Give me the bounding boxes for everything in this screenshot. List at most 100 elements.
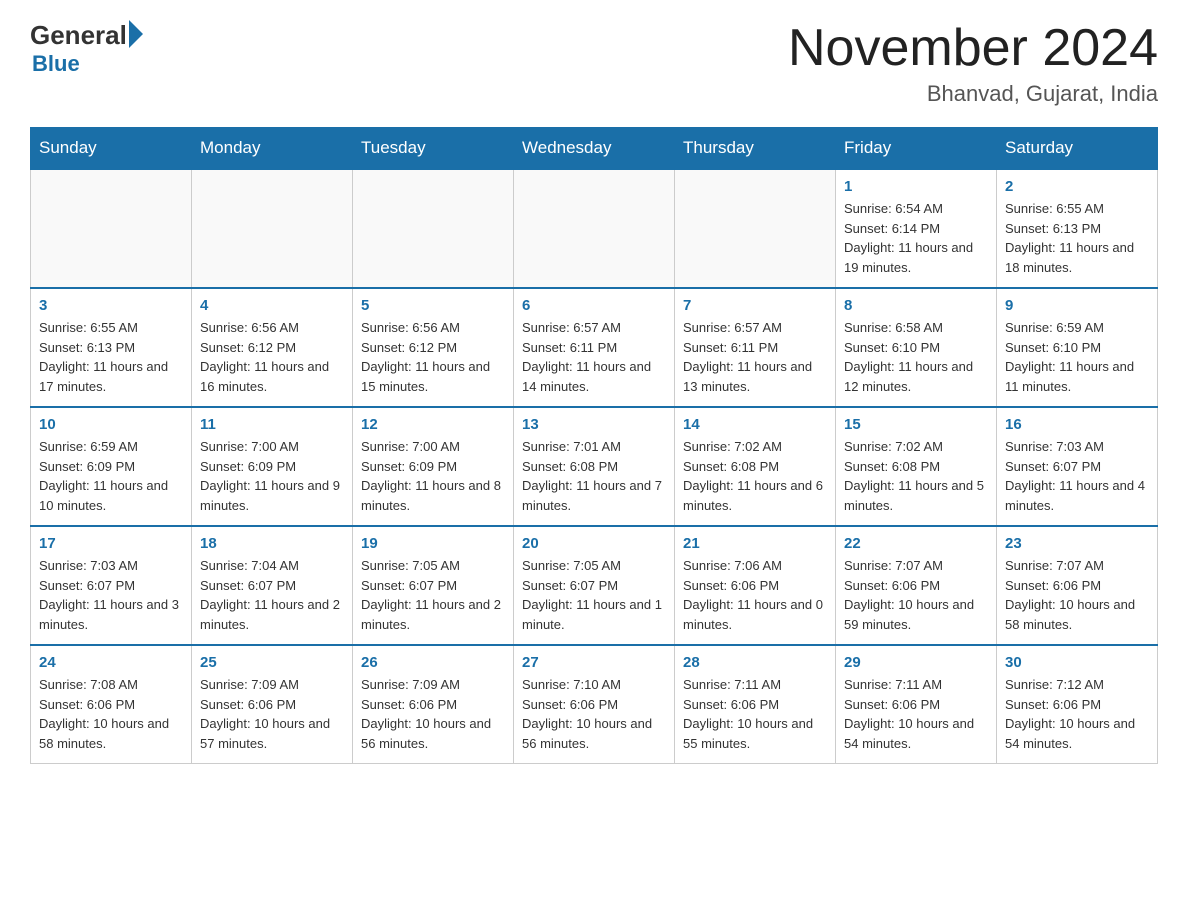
- title-block: November 2024 Bhanvad, Gujarat, India: [788, 20, 1158, 107]
- day-info: Sunrise: 7:02 AMSunset: 6:08 PMDaylight:…: [683, 437, 827, 515]
- day-info: Sunrise: 6:56 AMSunset: 6:12 PMDaylight:…: [361, 318, 505, 396]
- calendar-cell: [675, 169, 836, 288]
- calendar-cell: 14 Sunrise: 7:02 AMSunset: 6:08 PMDayligh…: [675, 407, 836, 526]
- column-header-sunday: Sunday: [31, 128, 192, 170]
- day-number: 28: [683, 654, 827, 671]
- day-number: 11: [200, 416, 344, 433]
- day-info: Sunrise: 7:09 AMSunset: 6:06 PMDaylight:…: [361, 675, 505, 753]
- day-number: 24: [39, 654, 183, 671]
- day-number: 14: [683, 416, 827, 433]
- column-header-friday: Friday: [836, 128, 997, 170]
- calendar-cell: 10 Sunrise: 6:59 AMSunset: 6:09 PMDayligh…: [31, 407, 192, 526]
- day-number: 23: [1005, 535, 1149, 552]
- day-info: Sunrise: 7:07 AMSunset: 6:06 PMDaylight:…: [844, 556, 988, 634]
- calendar-cell: 30 Sunrise: 7:12 AMSunset: 6:06 PMDayligh…: [997, 645, 1158, 764]
- calendar-cell: 29 Sunrise: 7:11 AMSunset: 6:06 PMDayligh…: [836, 645, 997, 764]
- day-number: 29: [844, 654, 988, 671]
- day-number: 30: [1005, 654, 1149, 671]
- logo-arrow-icon: [129, 20, 143, 48]
- day-info: Sunrise: 6:55 AMSunset: 6:13 PMDaylight:…: [39, 318, 183, 396]
- day-number: 22: [844, 535, 988, 552]
- day-number: 1: [844, 178, 988, 195]
- calendar-cell: 20 Sunrise: 7:05 AMSunset: 6:07 PMDayligh…: [514, 526, 675, 645]
- day-number: 13: [522, 416, 666, 433]
- day-number: 20: [522, 535, 666, 552]
- day-number: 17: [39, 535, 183, 552]
- day-number: 3: [39, 297, 183, 314]
- calendar-cell: [353, 169, 514, 288]
- calendar-cell: [31, 169, 192, 288]
- calendar-cell: 19 Sunrise: 7:05 AMSunset: 6:07 PMDayligh…: [353, 526, 514, 645]
- day-info: Sunrise: 7:03 AMSunset: 6:07 PMDaylight:…: [39, 556, 183, 634]
- day-info: Sunrise: 6:57 AMSunset: 6:11 PMDaylight:…: [522, 318, 666, 396]
- calendar-cell: 25 Sunrise: 7:09 AMSunset: 6:06 PMDayligh…: [192, 645, 353, 764]
- day-number: 18: [200, 535, 344, 552]
- page-header: General Blue November 2024 Bhanvad, Guja…: [30, 20, 1158, 107]
- logo-general-text: General: [30, 20, 127, 51]
- day-info: Sunrise: 7:03 AMSunset: 6:07 PMDaylight:…: [1005, 437, 1149, 515]
- calendar-cell: 24Sunrise: 7:08 AMSunset: 6:06 PMDayligh…: [31, 645, 192, 764]
- logo-blue-text: Blue: [32, 51, 80, 77]
- calendar-cell: 22 Sunrise: 7:07 AMSunset: 6:06 PMDayligh…: [836, 526, 997, 645]
- day-info: Sunrise: 6:56 AMSunset: 6:12 PMDaylight:…: [200, 318, 344, 396]
- calendar-cell: 13Sunrise: 7:01 AMSunset: 6:08 PMDayligh…: [514, 407, 675, 526]
- calendar-cell: 12 Sunrise: 7:00 AMSunset: 6:09 PMDayligh…: [353, 407, 514, 526]
- day-info: Sunrise: 7:00 AMSunset: 6:09 PMDaylight:…: [200, 437, 344, 515]
- day-number: 7: [683, 297, 827, 314]
- day-number: 4: [200, 297, 344, 314]
- calendar-cell: 23 Sunrise: 7:07 AMSunset: 6:06 PMDayligh…: [997, 526, 1158, 645]
- day-number: 12: [361, 416, 505, 433]
- calendar-cell: 27 Sunrise: 7:10 AMSunset: 6:06 PMDayligh…: [514, 645, 675, 764]
- calendar-cell: 1 Sunrise: 6:54 AMSunset: 6:14 PMDaylight…: [836, 169, 997, 288]
- column-header-saturday: Saturday: [997, 128, 1158, 170]
- day-info: Sunrise: 7:10 AMSunset: 6:06 PMDaylight:…: [522, 675, 666, 753]
- calendar-cell: 2 Sunrise: 6:55 AMSunset: 6:13 PMDaylight…: [997, 169, 1158, 288]
- day-info: Sunrise: 7:11 AMSunset: 6:06 PMDaylight:…: [683, 675, 827, 753]
- calendar-cell: 17 Sunrise: 7:03 AMSunset: 6:07 PMDayligh…: [31, 526, 192, 645]
- column-header-thursday: Thursday: [675, 128, 836, 170]
- calendar-cell: 9 Sunrise: 6:59 AMSunset: 6:10 PMDaylight…: [997, 288, 1158, 407]
- day-info: Sunrise: 6:59 AMSunset: 6:09 PMDaylight:…: [39, 437, 183, 515]
- calendar-cell: 8Sunrise: 6:58 AMSunset: 6:10 PMDaylight…: [836, 288, 997, 407]
- day-number: 25: [200, 654, 344, 671]
- calendar-cell: [192, 169, 353, 288]
- day-number: 16: [1005, 416, 1149, 433]
- calendar-cell: 28 Sunrise: 7:11 AMSunset: 6:06 PMDayligh…: [675, 645, 836, 764]
- calendar-cell: 15Sunrise: 7:02 AMSunset: 6:08 PMDayligh…: [836, 407, 997, 526]
- day-info: Sunrise: 7:06 AMSunset: 6:06 PMDaylight:…: [683, 556, 827, 634]
- day-info: Sunrise: 7:07 AMSunset: 6:06 PMDaylight:…: [1005, 556, 1149, 634]
- calendar-cell: 26 Sunrise: 7:09 AMSunset: 6:06 PMDayligh…: [353, 645, 514, 764]
- month-title: November 2024: [788, 20, 1158, 77]
- day-number: 21: [683, 535, 827, 552]
- day-info: Sunrise: 6:59 AMSunset: 6:10 PMDaylight:…: [1005, 318, 1149, 396]
- day-info: Sunrise: 7:00 AMSunset: 6:09 PMDaylight:…: [361, 437, 505, 515]
- day-info: Sunrise: 7:05 AMSunset: 6:07 PMDaylight:…: [522, 556, 666, 634]
- day-number: 27: [522, 654, 666, 671]
- calendar-cell: 11 Sunrise: 7:00 AMSunset: 6:09 PMDayligh…: [192, 407, 353, 526]
- column-header-tuesday: Tuesday: [353, 128, 514, 170]
- day-info: Sunrise: 7:09 AMSunset: 6:06 PMDaylight:…: [200, 675, 344, 753]
- day-info: Sunrise: 7:12 AMSunset: 6:06 PMDaylight:…: [1005, 675, 1149, 753]
- day-number: 2: [1005, 178, 1149, 195]
- day-info: Sunrise: 7:05 AMSunset: 6:07 PMDaylight:…: [361, 556, 505, 634]
- day-info: Sunrise: 7:02 AMSunset: 6:08 PMDaylight:…: [844, 437, 988, 515]
- day-number: 6: [522, 297, 666, 314]
- day-number: 19: [361, 535, 505, 552]
- day-number: 10: [39, 416, 183, 433]
- location-subtitle: Bhanvad, Gujarat, India: [788, 81, 1158, 107]
- day-info: Sunrise: 7:11 AMSunset: 6:06 PMDaylight:…: [844, 675, 988, 753]
- day-number: 5: [361, 297, 505, 314]
- calendar-cell: 21 Sunrise: 7:06 AMSunset: 6:06 PMDayligh…: [675, 526, 836, 645]
- column-header-monday: Monday: [192, 128, 353, 170]
- calendar-cell: [514, 169, 675, 288]
- day-number: 26: [361, 654, 505, 671]
- logo: General Blue: [30, 20, 143, 77]
- calendar-table: SundayMondayTuesdayWednesdayThursdayFrid…: [30, 127, 1158, 764]
- day-info: Sunrise: 6:55 AMSunset: 6:13 PMDaylight:…: [1005, 199, 1149, 277]
- calendar-cell: 16 Sunrise: 7:03 AMSunset: 6:07 PMDayligh…: [997, 407, 1158, 526]
- calendar-cell: 4 Sunrise: 6:56 AMSunset: 6:12 PMDaylight…: [192, 288, 353, 407]
- day-number: 9: [1005, 297, 1149, 314]
- day-info: Sunrise: 6:54 AMSunset: 6:14 PMDaylight:…: [844, 199, 988, 277]
- calendar-cell: 3 Sunrise: 6:55 AMSunset: 6:13 PMDaylight…: [31, 288, 192, 407]
- calendar-cell: 5 Sunrise: 6:56 AMSunset: 6:12 PMDaylight…: [353, 288, 514, 407]
